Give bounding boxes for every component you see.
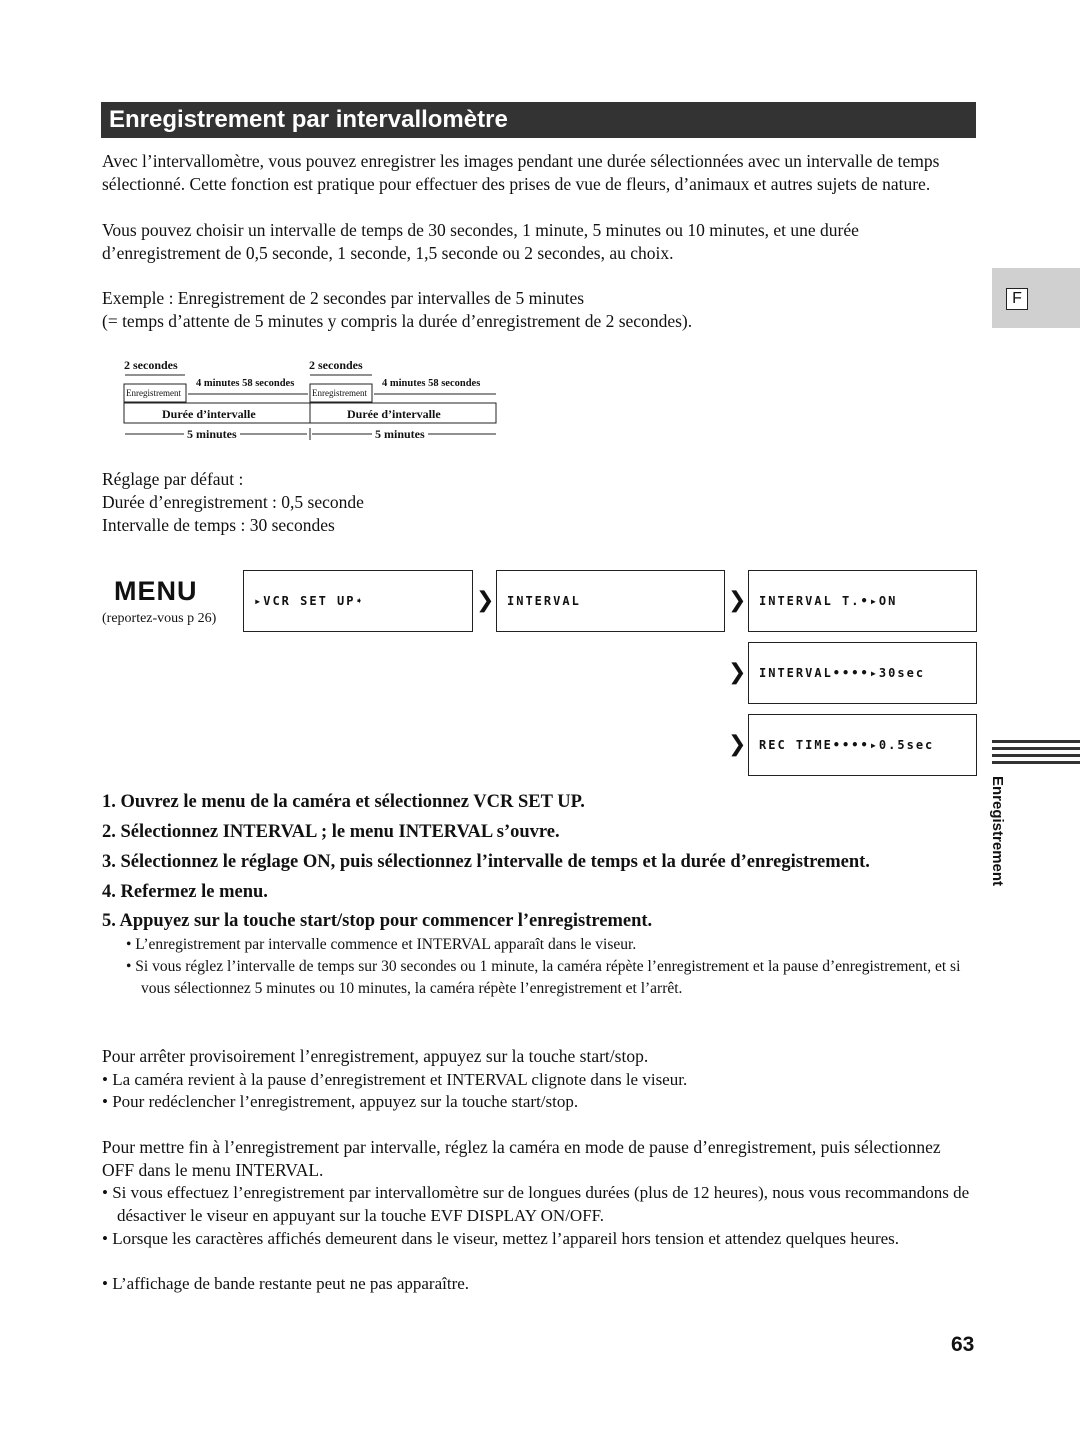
chevron-right-icon: ❯ (728, 660, 747, 685)
wait-label: 4 minutes 58 secondes (382, 378, 481, 389)
language-tab: F (992, 268, 1080, 328)
end-text: Pour mettre fin à l’enregistrement par i… (102, 1137, 941, 1180)
section-label: Enregistrement (989, 776, 1006, 887)
menu-box-interval: INTERVAL (496, 570, 725, 632)
wait-label: 4 minutes 58 secondes (196, 378, 295, 389)
menu-logo: MENU (114, 576, 198, 606)
page-number: 63 (951, 1333, 975, 1356)
language-label: F (1006, 288, 1028, 310)
menu-box-vcr-setup: ▸VCR SET UP➧ (243, 570, 473, 632)
intro-paragraph: Vous pouvez choisir un intervalle de tem… (102, 220, 859, 263)
rec-label: Enregistrement (126, 388, 181, 398)
chevron-right-icon: ❯ (476, 588, 495, 613)
step-note: • Si vous réglez l’intervalle de temps s… (126, 958, 961, 997)
interval-diagram: 2 secondes 2 secondes 4 minutes 58 secon… (122, 356, 502, 446)
interval-label: Durée d’intervalle (162, 407, 256, 421)
default-rec-time: Durée d’enregistrement : 0,5 seconde (102, 492, 364, 512)
end-bullet: • Lorsque les caractères affichés demeur… (102, 1229, 900, 1248)
menu-box-interval-t: INTERVAL T.•▸ON (748, 570, 977, 632)
default-interval: Intervalle de temps : 30 secondes (102, 515, 335, 535)
page-title: Enregistrement par intervallomètre (101, 102, 976, 138)
end-bullet: • L’affichage de bande restante peut ne … (102, 1274, 470, 1293)
defaults-heading: Réglage par défaut : (102, 469, 244, 489)
pause-bullet: • Pour redéclencher l’enregistrement, ap… (102, 1092, 579, 1111)
period-label: 5 minutes (184, 427, 240, 442)
step-1: 1. Ouvrez le menu de la caméra et sélect… (102, 792, 585, 812)
rec-time-label: 2 secondes (309, 358, 363, 372)
step-note: • L’enregistrement par intervalle commen… (126, 936, 637, 953)
step-2: 2. Sélectionnez INTERVAL ; le menu INTER… (102, 822, 560, 842)
menu-box-interval-value: INTERVAL••••▸30sec (748, 642, 977, 704)
step-5: 5. Appuyez sur la touche start/stop pour… (102, 911, 653, 931)
menu-box-rec-time: REC TIME••••▸0.5sec (748, 714, 977, 776)
rec-label: Enregistrement (312, 388, 367, 398)
intro-paragraph: Avec l’intervallomètre, vous pouvez enre… (102, 151, 940, 194)
rec-time-label: 2 secondes (124, 358, 178, 372)
step-3: 3. Sélectionnez le réglage ON, puis séle… (102, 852, 870, 872)
example-text: (= temps d’attente de 5 minutes y compri… (102, 311, 693, 331)
chevron-right-icon: ❯ (728, 732, 747, 757)
section-bars (992, 740, 1080, 764)
pause-bullet: • La caméra revient à la pause d’enregis… (102, 1070, 688, 1089)
step-4: 4. Refermez le menu. (102, 882, 268, 902)
manual-page: Enregistrement par intervallomètre Avec … (0, 0, 1080, 1439)
end-bullet: • Si vous effectuez l’enregistrement par… (102, 1183, 970, 1225)
period-label: 5 minutes (372, 427, 428, 442)
chevron-right-icon: ❯ (728, 588, 747, 613)
menu-reference: (reportez-vous p 26) (102, 611, 217, 626)
pause-text: Pour arrêter provisoirement l’enregistre… (102, 1046, 649, 1066)
interval-label: Durée d’intervalle (347, 407, 441, 421)
example-text: Exemple : Enregistrement de 2 secondes p… (102, 288, 585, 308)
